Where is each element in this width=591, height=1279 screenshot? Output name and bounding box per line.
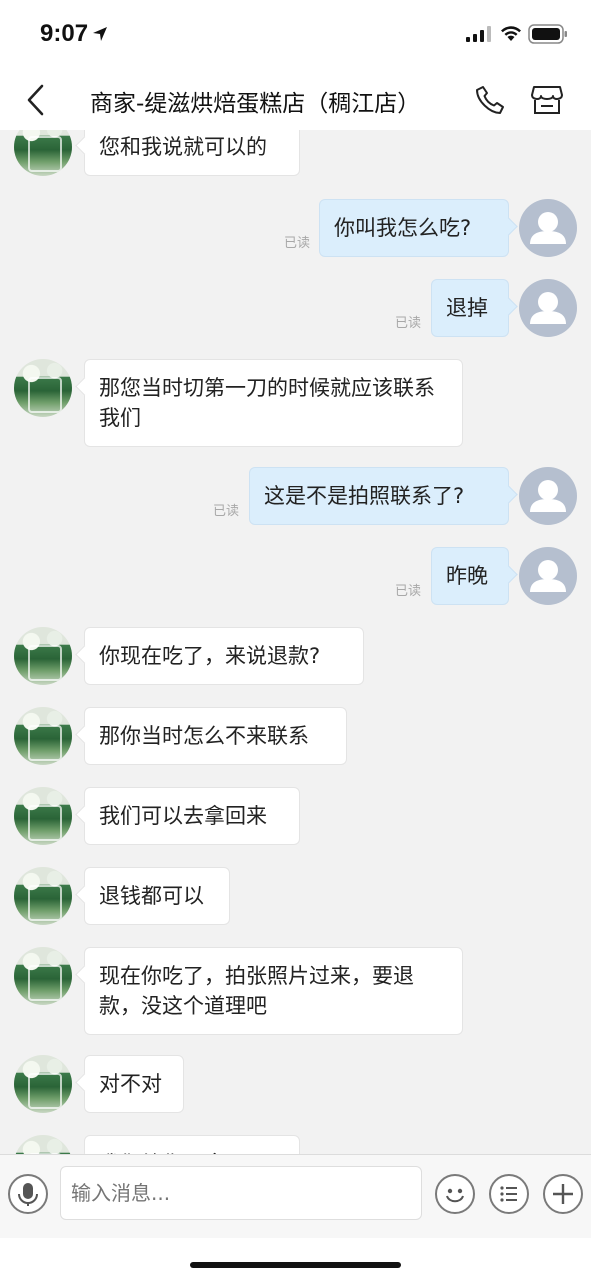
signal-icon [466, 26, 491, 42]
message-bubble[interactable]: 你现在吃了，来说退款? [84, 627, 364, 685]
wifi-icon [501, 26, 521, 41]
message-bubble[interactable]: 退掉 [431, 279, 509, 337]
nav-bar: 商家-缇滋烘焙蛋糕店（稠江店） [0, 68, 591, 130]
emoji-icon [446, 1188, 464, 1203]
merchant-avatar[interactable] [14, 707, 72, 765]
read-receipt: 已读 [284, 236, 311, 251]
read-receipt: 已读 [213, 504, 240, 519]
message-bubble[interactable]: 我们可以去拿回来 [84, 787, 300, 845]
user-avatar[interactable] [519, 547, 577, 605]
voice-button[interactable] [8, 1174, 48, 1214]
message-bubble[interactable]: 现在你吃了，拍张照片过来，要退款，没这个道理吧 [84, 947, 463, 1035]
merchant-avatar[interactable] [14, 627, 72, 685]
page-title: 商家-缇滋烘焙蛋糕店（稠江店） [90, 91, 421, 117]
chat-message-incoming: 你现在吃了，来说退款? [0, 627, 591, 687]
merchant-avatar[interactable] [14, 1055, 72, 1113]
store-icon[interactable] [530, 84, 564, 116]
microphone-icon [18, 1183, 38, 1206]
message-input-bar [0, 1154, 591, 1238]
add-attachment-button[interactable] [543, 1174, 583, 1214]
message-bubble[interactable]: 那你当时怎么不来联系 [84, 707, 347, 765]
list-icon [500, 1186, 517, 1202]
home-area [0, 1238, 591, 1279]
user-avatar[interactable] [519, 279, 577, 337]
merchant-avatar[interactable] [14, 1135, 72, 1154]
chat-message-outgoing: 已读 这是不是拍照联系了? [0, 467, 591, 527]
merchant-avatar[interactable] [14, 787, 72, 845]
status-bar: 9:07 [0, 0, 591, 68]
message-bubble[interactable]: 退钱都可以 [84, 867, 230, 925]
chat-message-outgoing: 已读 昨晚 [0, 547, 591, 607]
chat-message-incoming: 那你当时怎么不来联系 [0, 707, 591, 767]
chat-message-incoming: 退钱都可以 [0, 867, 591, 927]
chat-message-incoming: 对不对 [0, 1055, 591, 1115]
battery-icon [528, 24, 567, 44]
chat-message-incoming: 我们给你又拿一下 [0, 1135, 591, 1154]
message-bubble[interactable]: 你叫我怎么吃? [319, 199, 509, 257]
merchant-avatar[interactable] [14, 359, 72, 417]
message-bubble[interactable]: 我们给你又拿一下 [84, 1135, 300, 1154]
merchant-avatar[interactable] [14, 867, 72, 925]
merchant-avatar[interactable] [14, 130, 72, 176]
chat-message-outgoing: 已读 你叫我怎么吃? [0, 199, 591, 259]
status-time: 9:07 [40, 20, 89, 47]
chat-message-incoming: 那您当时切第一刀的时候就应该联系我们 [0, 359, 591, 447]
quick-reply-button[interactable] [489, 1174, 529, 1214]
message-input[interactable] [60, 1166, 422, 1220]
read-receipt: 已读 [395, 584, 422, 599]
read-receipt: 已读 [395, 316, 422, 331]
user-avatar[interactable] [519, 199, 577, 257]
location-arrow-icon [93, 27, 107, 41]
chat-message-incoming: 现在你吃了，拍张照片过来，要退款，没这个道理吧 [0, 947, 591, 1035]
message-bubble[interactable]: 那您当时切第一刀的时候就应该联系我们 [84, 359, 463, 447]
phone-icon[interactable] [474, 84, 506, 116]
chevron-left-icon[interactable] [22, 82, 52, 118]
merchant-avatar[interactable] [14, 947, 72, 1005]
home-indicator[interactable] [190, 1262, 401, 1268]
message-bubble[interactable]: 您和我说就可以的 [84, 130, 300, 176]
chat-message-outgoing: 已读 退掉 [0, 279, 591, 339]
emoji-button[interactable] [435, 1174, 475, 1214]
plus-icon [553, 1184, 573, 1204]
chat-list[interactable]: 您和我说就可以的 已读 你叫我怎么吃? 已读 退掉 那您当时切第一刀的时候就应该… [0, 130, 591, 1154]
chat-message-incoming: 我们可以去拿回来 [0, 787, 591, 847]
chat-message-incoming: 您和我说就可以的 [0, 130, 591, 180]
message-bubble[interactable]: 昨晚 [431, 547, 509, 605]
message-bubble[interactable]: 这是不是拍照联系了? [249, 467, 509, 525]
user-avatar[interactable] [519, 467, 577, 525]
message-bubble[interactable]: 对不对 [84, 1055, 184, 1113]
